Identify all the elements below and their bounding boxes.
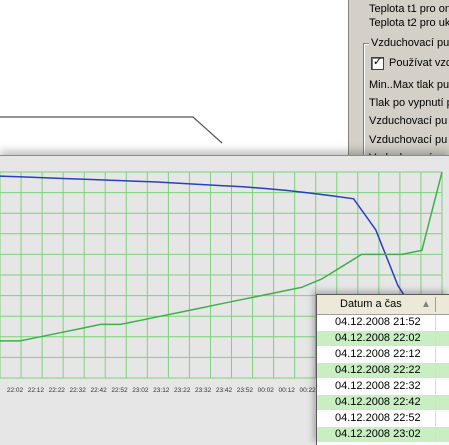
cell-divider [435, 363, 436, 378]
datetime-cell: 04.12.2008 22:32 [335, 380, 421, 392]
datetime-cell: 04.12.2008 22:22 [335, 364, 421, 376]
column-header-label: Datum a čas [340, 298, 402, 310]
x-tick-label: 22:52 [111, 387, 128, 394]
x-tick-label: 23:22 [174, 387, 191, 394]
cell-divider [435, 395, 436, 410]
x-tick-label: 00:12 [279, 387, 296, 394]
setting-row-pressure-range: Min..Max tlak pu [369, 79, 449, 91]
setting-row-pressure-off: Tlak po vypnutí p [369, 97, 449, 109]
table-rows: 04.12.2008 21:52 04.12.2008 22:02 04.12.20… [317, 315, 449, 443]
x-tick-label: 23:52 [237, 387, 254, 394]
datetime-cell: 04.12.2008 23:02 [335, 428, 421, 440]
cell-divider [435, 315, 436, 330]
setting-row-t2: Teplota t2 pro uk [369, 17, 449, 29]
datetime-table[interactable]: Datum a čas ▲ 04.12.2008 21:52 04.12.2008… [316, 294, 449, 445]
datetime-cell: 04.12.2008 21:52 [335, 316, 421, 328]
table-row[interactable]: 04.12.2008 22:52 [317, 411, 449, 427]
x-tick-label: 22:12 [28, 387, 45, 394]
x-tick-label: 23:32 [195, 387, 212, 394]
table-row[interactable]: 04.12.2008 22:12 [317, 347, 449, 363]
setting-row-pump-1: Vzduchovací pu [369, 115, 448, 127]
setting-row-pump-2: Vzduchovací pu [369, 134, 448, 146]
table-row[interactable]: 04.12.2008 21:52 [317, 315, 449, 331]
x-tick-label: 22:32 [70, 387, 87, 394]
x-tick-label: 22:02 [7, 387, 24, 394]
group-title: Vzduchovací pu [369, 37, 449, 49]
setting-row-t1: Teplota t1 pro on [369, 3, 449, 15]
table-row[interactable]: 04.12.2008 22:32 [317, 379, 449, 395]
x-tick-label: 22:22 [49, 387, 66, 394]
cell-divider [435, 347, 436, 362]
x-tick-label: 22:42 [90, 387, 107, 394]
cell-divider [435, 427, 436, 442]
checkmark-icon: ✓ [373, 56, 383, 68]
x-tick-label: 00:22 [299, 387, 316, 394]
settings-panel: Teplota t1 pro on Teplota t2 pro uk Vzdu… [348, 0, 449, 160]
table-row[interactable]: 04.12.2008 23:02 [317, 427, 449, 443]
cell-divider [435, 379, 436, 394]
cell-divider [435, 411, 436, 426]
column-separator [435, 297, 436, 312]
use-pump-checkbox[interactable]: ✓ [371, 56, 384, 70]
cell-divider [435, 331, 436, 346]
datetime-cell: 04.12.2008 22:42 [335, 396, 421, 408]
sort-up-icon: ▲ [421, 299, 431, 310]
x-tick-label: 23:12 [153, 387, 170, 394]
table-row[interactable]: 04.12.2008 22:02 [317, 331, 449, 347]
use-pump-checkbox-label: Používat vzc [389, 57, 449, 69]
datetime-cell: 04.12.2008 22:12 [335, 348, 421, 360]
datetime-cell: 04.12.2008 22:02 [335, 332, 421, 344]
x-tick-label: 23:42 [216, 387, 233, 394]
x-tick-label: 23:02 [132, 387, 149, 394]
x-tick-label: 00:02 [258, 387, 275, 394]
table-row[interactable]: 04.12.2008 22:22 [317, 363, 449, 379]
datetime-cell: 04.12.2008 22:52 [335, 412, 421, 424]
column-header-datetime[interactable]: Datum a čas ▲ [317, 295, 449, 315]
table-row[interactable]: 04.12.2008 22:42 [317, 395, 449, 411]
